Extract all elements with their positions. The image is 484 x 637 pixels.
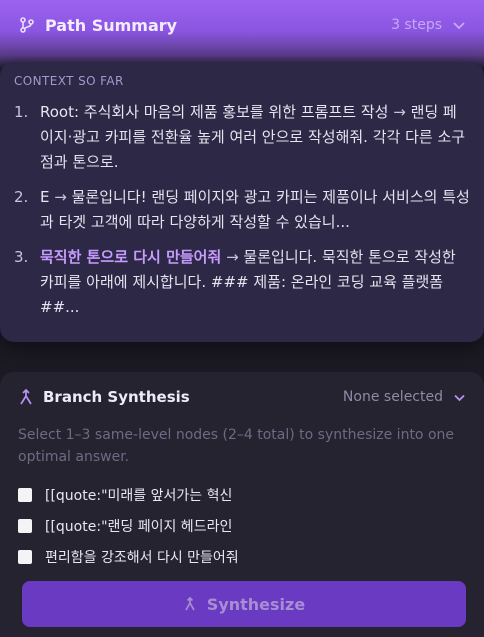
- branch-option[interactable]: 편리함을 강조해서 다시 만들어줘: [18, 546, 466, 568]
- merge-icon: [20, 388, 32, 405]
- branch-synthesis-title: Branch Synthesis: [43, 388, 190, 406]
- context-item-key-current: 묵직한 톤으로 다시 만들어줘: [40, 248, 222, 266]
- branch-option-label: [[quote:"랜딩 페이지 헤드라인: [45, 519, 233, 535]
- selection-status: None selected: [342, 389, 443, 405]
- context-item-text: E → 물론입니다! 랜딩 페이지와 광고 카피는 제품이나 서비스의 특성과 …: [40, 185, 470, 235]
- synthesize-button[interactable]: Synthesize: [22, 581, 466, 627]
- context-item[interactable]: 3. 묵직한 톤으로 다시 만들어줘 → 물론입니다. 묵직한 톤으로 작성한 …: [14, 245, 470, 320]
- branch-option-checkbox[interactable]: [18, 550, 32, 564]
- context-list: 1. Root: 주식회사 마음의 제품 홍보를 위한 프롬프트 작성 → 랜딩…: [14, 100, 470, 320]
- arrow-right-icon: →: [393, 103, 406, 121]
- chevron-down-icon[interactable]: [453, 391, 466, 404]
- context-item-response: 물론입니다! 랜딩 페이지와 광고 카피는 제품이나 서비스의 특성과 타겟 고…: [40, 188, 470, 231]
- branch-synthesis-header[interactable]: Branch Synthesis None selected: [18, 386, 466, 408]
- context-item-key: E: [40, 188, 50, 206]
- context-item-number: 1.: [14, 103, 29, 121]
- branch-option-label: 편리함을 강조해서 다시 만들어줘: [45, 550, 239, 566]
- steps-count: 3 steps: [391, 17, 442, 33]
- branch-options-list: [[quote:"미래를 앞서가는 혁신 [[quote:"랜딩 페이지 헤드라…: [18, 484, 466, 568]
- arrow-right-icon: →: [226, 248, 239, 266]
- chevron-down-icon[interactable]: [452, 18, 466, 32]
- branch-synthesis-description: Select 1–3 same-level nodes (2–4 total) …: [18, 427, 455, 465]
- branch-option-checkbox[interactable]: [18, 519, 32, 533]
- context-card: CONTEXT SO FAR 1. Root: 주식회사 마음의 제품 홍보를 …: [0, 62, 484, 342]
- context-label: CONTEXT SO FAR: [14, 74, 124, 88]
- branch-option[interactable]: [[quote:"랜딩 페이지 헤드라인: [18, 515, 466, 537]
- context-item[interactable]: 2. E → 물론입니다! 랜딩 페이지와 광고 카피는 제품이나 서비스의 특…: [14, 185, 470, 235]
- context-item[interactable]: 1. Root: 주식회사 마음의 제품 홍보를 위한 프롬프트 작성 → 랜딩…: [14, 100, 470, 175]
- context-item-number: 2.: [14, 188, 29, 206]
- branch-option-label: [[quote:"미래를 앞서가는 혁신: [45, 488, 233, 504]
- path-summary-title: Path Summary: [45, 15, 178, 35]
- branch-option-checkbox[interactable]: [18, 488, 32, 502]
- arrow-right-icon: →: [54, 188, 67, 206]
- synthesize-button-label: Synthesize: [206, 594, 306, 614]
- branch-path-icon: [20, 17, 34, 33]
- context-item-key: Root: 주식회사 마음의 제품 홍보를 위한 프롬프트 작성: [40, 103, 389, 121]
- context-item-text: Root: 주식회사 마음의 제품 홍보를 위한 프롬프트 작성 → 랜딩 페이…: [40, 100, 470, 175]
- branch-option[interactable]: [[quote:"미래를 앞서가는 혁신: [18, 484, 466, 506]
- context-item-text: 묵직한 톤으로 다시 만들어줘 → 물론입니다. 묵직한 톤으로 작성한 카피를…: [40, 245, 470, 320]
- path-summary-header[interactable]: Path Summary 3 steps: [0, 0, 484, 50]
- context-item-number: 3.: [14, 248, 29, 266]
- merge-icon: [185, 596, 195, 611]
